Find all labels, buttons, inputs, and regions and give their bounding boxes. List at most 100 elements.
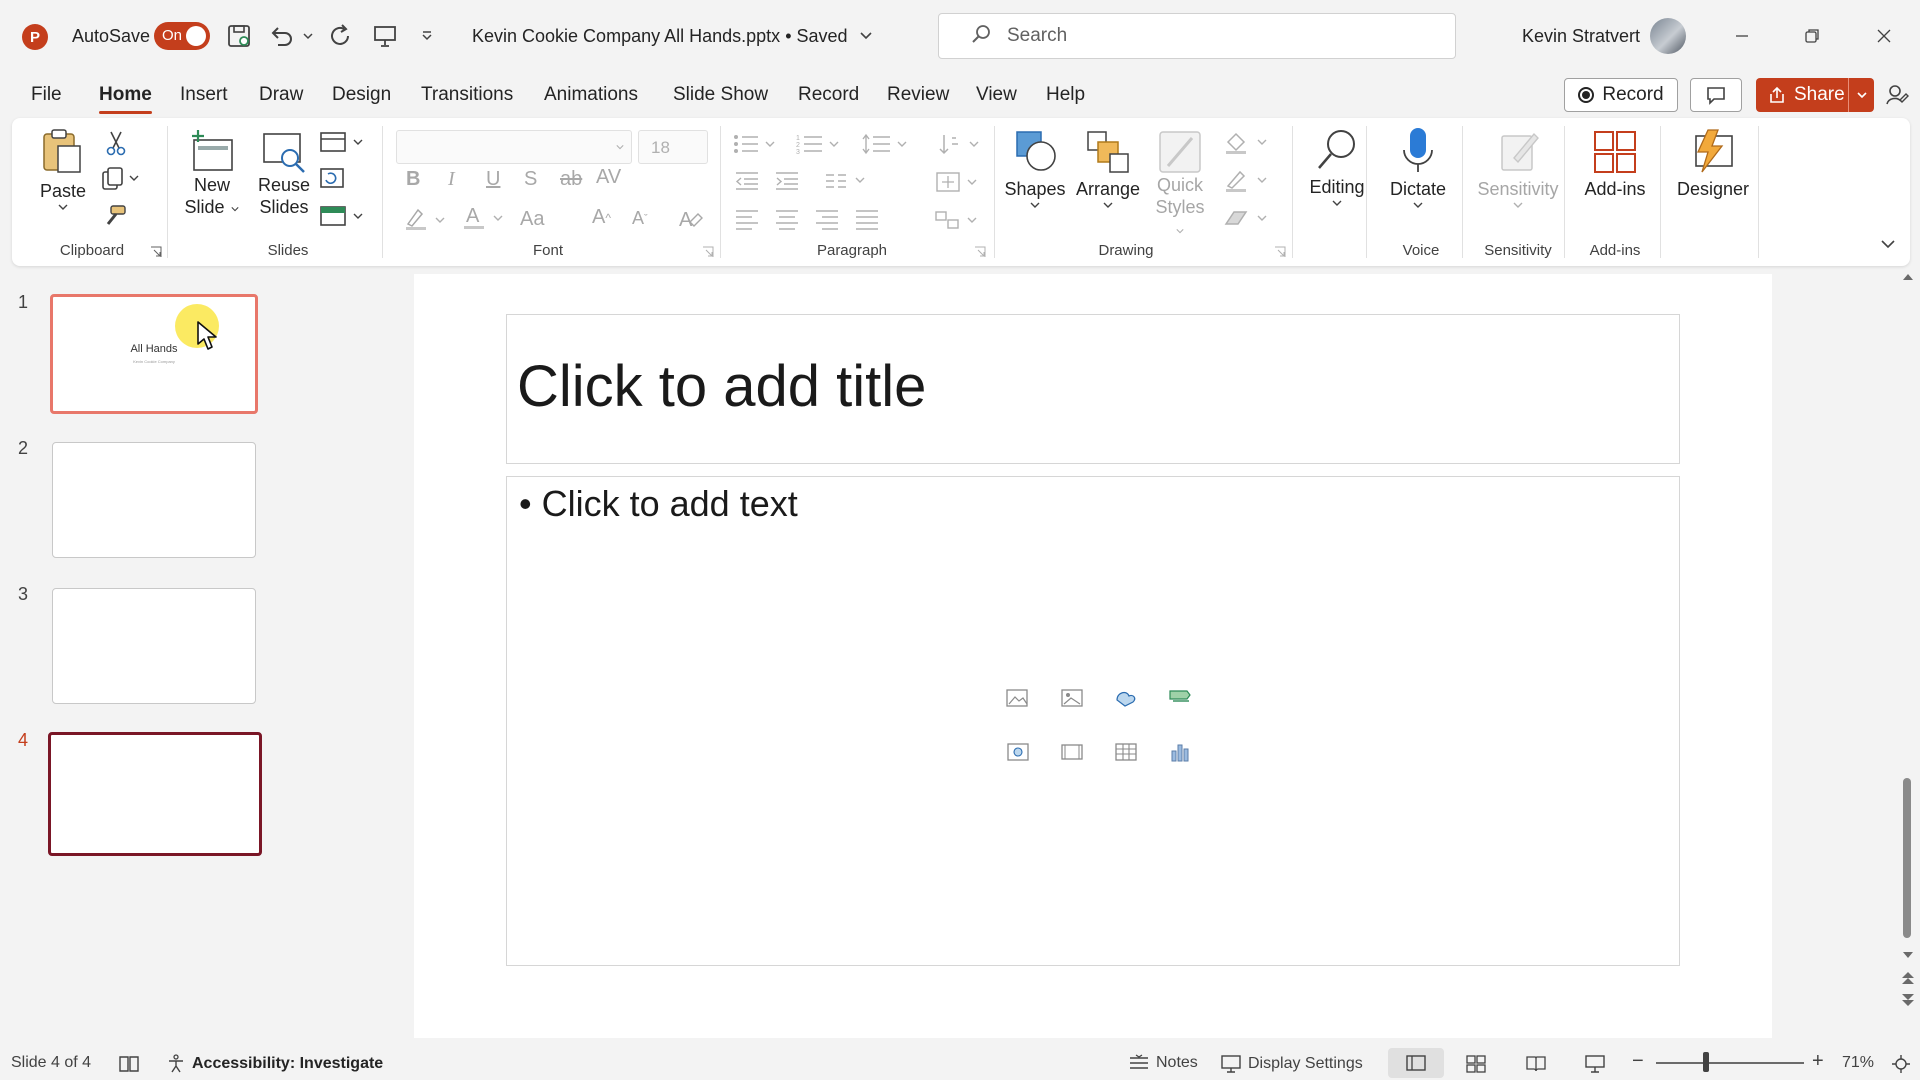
insert-table-icon[interactable]	[1111, 737, 1141, 767]
dialog-launcher-icon[interactable]	[974, 246, 986, 258]
tab-insert[interactable]: Insert	[180, 84, 228, 106]
character-spacing-icon[interactable]: AV	[596, 166, 621, 189]
font-name-combobox[interactable]	[396, 130, 632, 164]
change-case-icon[interactable]: Aa	[520, 208, 544, 231]
shapes-button[interactable]: Shapes	[1002, 128, 1068, 210]
undo-dropdown-icon[interactable]	[302, 22, 314, 50]
tab-animations[interactable]: Animations	[544, 84, 638, 106]
layout-icon[interactable]	[318, 130, 364, 154]
dialog-launcher-icon[interactable]	[150, 246, 162, 258]
font-size-combobox[interactable]: 18	[638, 130, 708, 164]
slide-thumbnail-1[interactable]: All Hands Kevin Cookie Company	[50, 294, 258, 414]
columns-icon[interactable]	[824, 170, 874, 192]
slide-sorter-view-icon[interactable]	[1465, 1054, 1487, 1074]
highlight-color-icon[interactable]	[402, 206, 448, 232]
decrease-indent-icon[interactable]	[734, 170, 760, 192]
align-text-icon[interactable]	[934, 170, 986, 194]
user-name[interactable]: Kevin Stratvert	[1522, 26, 1640, 47]
vertical-scrollbar[interactable]	[1896, 270, 1920, 1040]
format-painter-icon[interactable]	[102, 204, 128, 230]
notes-button[interactable]: Notes	[1128, 1054, 1198, 1072]
sensitivity-button[interactable]: Sensitivity	[1468, 128, 1568, 210]
dialog-launcher-icon[interactable]	[702, 246, 714, 258]
justify-icon[interactable]	[854, 208, 880, 230]
tab-slide-show[interactable]: Slide Show	[673, 84, 768, 106]
tab-design[interactable]: Design	[332, 84, 391, 106]
slide-canvas[interactable]: Click to add title • Click to add text	[414, 274, 1772, 1038]
display-settings-button[interactable]: Display Settings	[1220, 1054, 1363, 1074]
dictate-button[interactable]: Dictate	[1380, 126, 1456, 210]
accessibility-status[interactable]: Accessibility: Investigate	[166, 1054, 383, 1074]
slide-thumbnail-3[interactable]	[52, 588, 256, 704]
customize-qat-icon[interactable]	[420, 22, 434, 50]
record-button[interactable]: Record	[1564, 78, 1678, 112]
text-direction-icon[interactable]	[936, 132, 986, 156]
tab-home[interactable]: Home	[99, 84, 152, 114]
align-right-icon[interactable]	[814, 208, 840, 230]
undo-icon[interactable]	[268, 22, 296, 50]
previous-slide-icon[interactable]	[1901, 970, 1915, 986]
addins-button[interactable]: Add-ins	[1572, 128, 1658, 200]
decrease-font-size-icon[interactable]: Aˇ	[632, 208, 648, 229]
next-slide-icon[interactable]	[1901, 992, 1915, 1008]
text-shadow-icon[interactable]: S	[524, 168, 537, 191]
bold-icon[interactable]: B	[406, 168, 420, 191]
zoom-level[interactable]: 71%	[1842, 1054, 1874, 1072]
scroll-down-icon[interactable]	[1902, 950, 1914, 960]
comments-button[interactable]	[1690, 78, 1742, 112]
search-box[interactable]	[938, 13, 1456, 59]
designer-button[interactable]: Designer	[1664, 128, 1762, 200]
avatar[interactable]	[1650, 18, 1686, 54]
insert-pictures-icon[interactable]	[1057, 683, 1087, 713]
ribbon-collapse-icon[interactable]	[1880, 238, 1896, 250]
increase-font-size-icon[interactable]: A ^	[592, 206, 611, 229]
search-input[interactable]	[1007, 25, 1427, 47]
coauthoring-icon[interactable]	[1884, 82, 1910, 108]
reuse-slides-button[interactable]: Reuse Slides	[252, 128, 316, 218]
dialog-launcher-icon[interactable]	[1274, 246, 1286, 258]
redo-icon[interactable]	[326, 22, 354, 50]
zoom-out-icon[interactable]: −	[1632, 1050, 1644, 1073]
copy-icon[interactable]	[100, 166, 140, 192]
underline-icon[interactable]: U	[486, 168, 500, 191]
insert-video-icon[interactable]	[1057, 737, 1087, 767]
fit-slide-icon[interactable]	[1890, 1054, 1912, 1074]
shape-fill-icon[interactable]	[1222, 130, 1274, 156]
autosave-toggle[interactable]: On	[154, 22, 210, 50]
slide-count[interactable]: Slide 4 of 4	[11, 1054, 91, 1072]
share-button[interactable]: Share	[1756, 78, 1874, 112]
tab-record[interactable]: Record	[798, 84, 859, 106]
content-placeholder[interactable]: • Click to add text	[506, 476, 1680, 966]
slide-thumbnail-2[interactable]	[52, 442, 256, 558]
insert-chart-icon[interactable]	[1165, 737, 1195, 767]
tab-draw[interactable]: Draw	[259, 84, 303, 106]
share-dropdown-icon[interactable]	[1848, 78, 1874, 112]
zoom-in-icon[interactable]: +	[1812, 1050, 1824, 1073]
save-icon[interactable]	[226, 22, 252, 50]
editing-button[interactable]: Editing	[1298, 126, 1376, 208]
increase-indent-icon[interactable]	[774, 170, 800, 192]
minimize-icon[interactable]	[1722, 18, 1762, 54]
paste-button[interactable]: Paste	[34, 128, 92, 212]
scrollbar-thumb[interactable]	[1903, 778, 1911, 938]
reading-view-icon[interactable]	[1525, 1054, 1547, 1074]
clear-formatting-icon[interactable]: A	[676, 206, 704, 232]
numbering-icon[interactable]: 123	[796, 132, 852, 156]
spelling-check-icon[interactable]	[118, 1054, 140, 1074]
insert-smartart-icon[interactable]	[1165, 683, 1195, 713]
restore-icon[interactable]	[1792, 18, 1832, 54]
zoom-slider[interactable]	[1656, 1062, 1804, 1064]
tab-view[interactable]: View	[976, 84, 1017, 106]
insert-stock-images-icon[interactable]	[1003, 683, 1033, 713]
insert-icons-icon[interactable]	[1111, 683, 1141, 713]
scroll-up-icon[interactable]	[1902, 272, 1914, 282]
bullets-icon[interactable]	[732, 132, 788, 156]
new-slide-button[interactable]: New Slide	[180, 128, 244, 218]
reset-icon[interactable]	[318, 166, 346, 190]
document-title[interactable]: Kevin Cookie Company All Hands.pptx • Sa…	[472, 26, 873, 47]
close-icon[interactable]	[1864, 18, 1904, 54]
tab-help[interactable]: Help	[1046, 84, 1085, 106]
arrange-button[interactable]: Arrange	[1074, 128, 1142, 210]
slide-thumbnail-4[interactable]	[48, 732, 262, 856]
normal-view-icon[interactable]	[1388, 1048, 1444, 1078]
